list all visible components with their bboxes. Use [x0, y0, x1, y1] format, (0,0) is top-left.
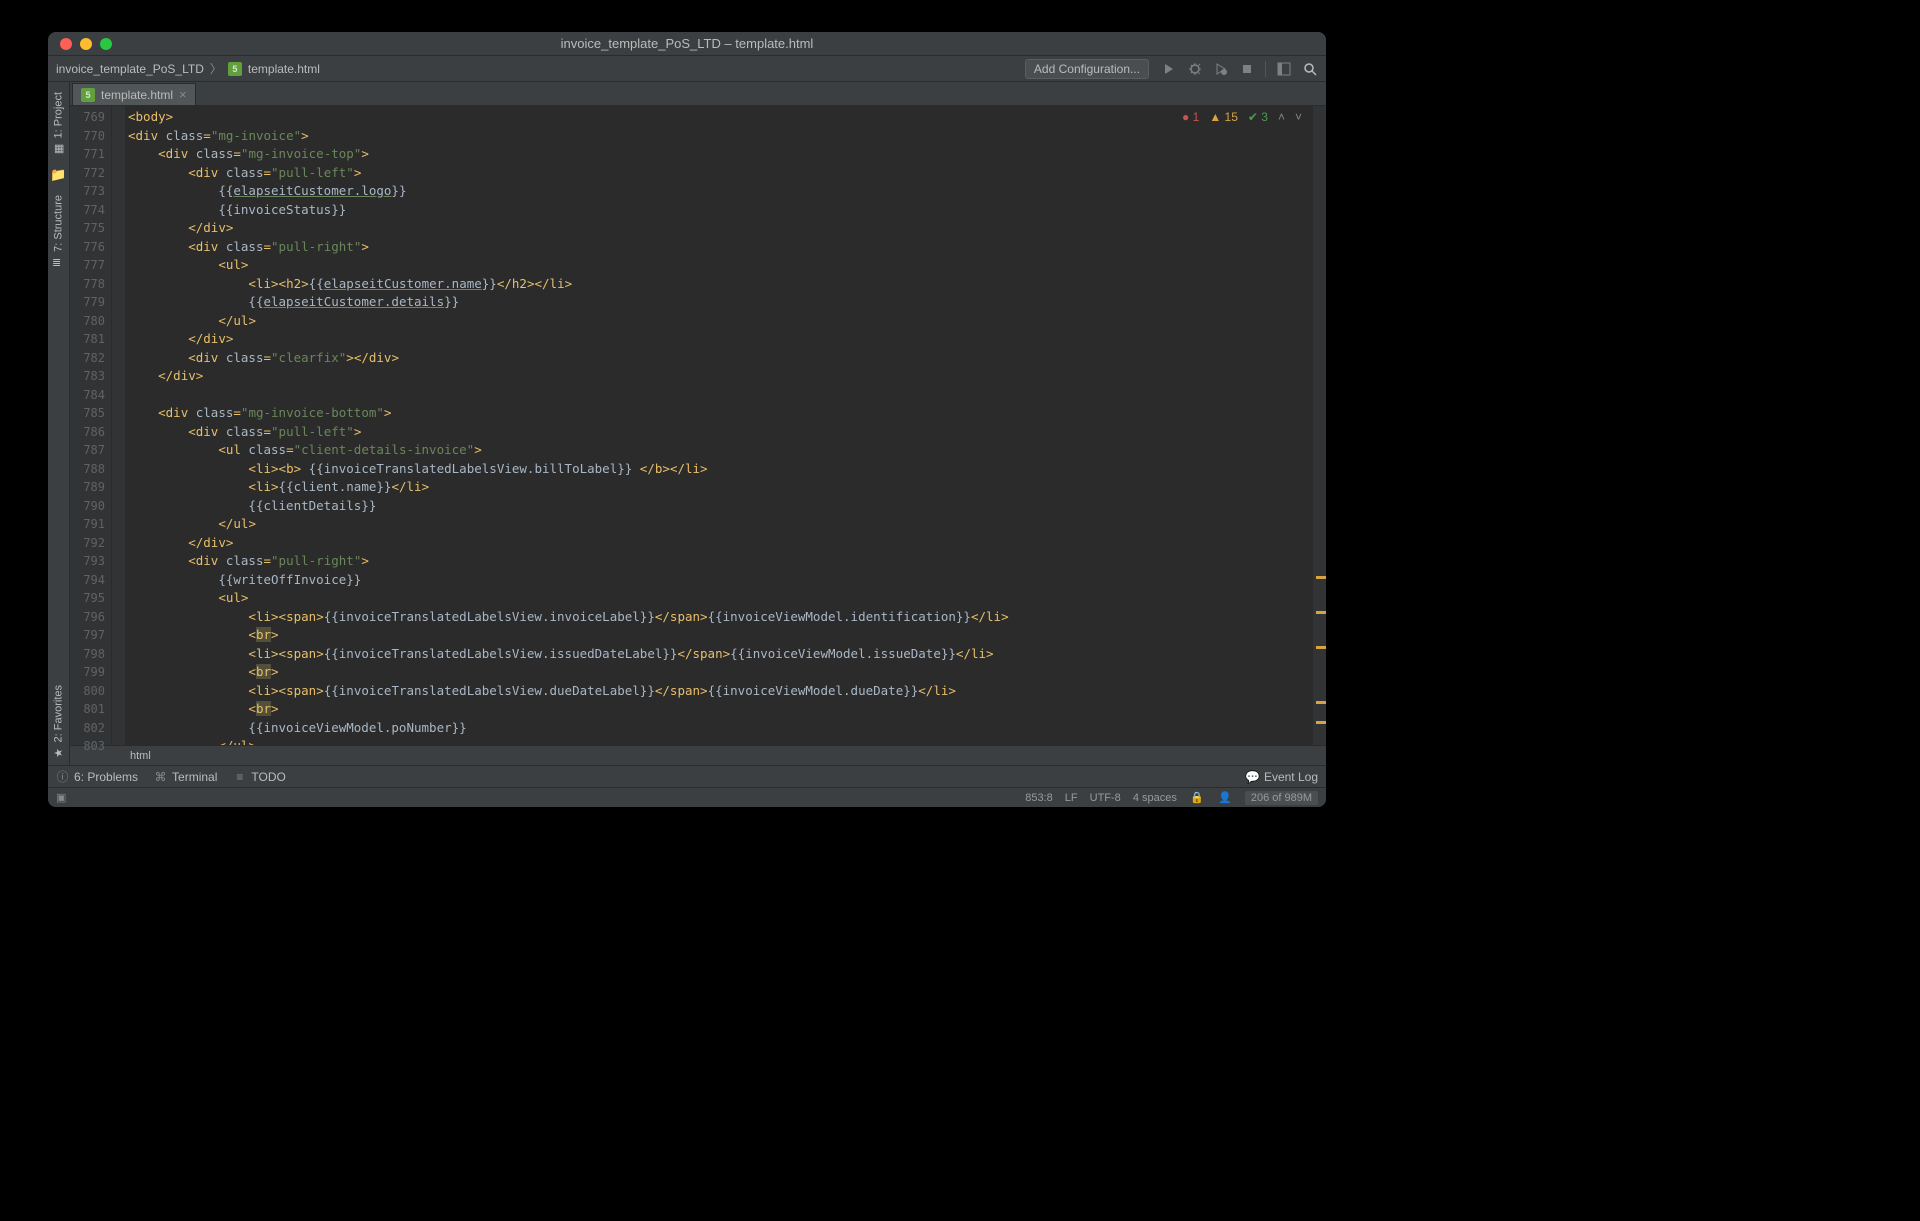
- structure-tool-label: 7: Structure: [53, 195, 65, 252]
- project-tool-button[interactable]: ▦ 1: Project: [50, 86, 67, 161]
- editor-body[interactable]: 7697707717727737747757767777787797807817…: [70, 106, 1326, 745]
- editor-breadcrumb[interactable]: html: [70, 745, 1326, 765]
- inspection-profile-icon[interactable]: 👤: [1217, 790, 1233, 806]
- problems-label: 6: Problems: [74, 770, 138, 784]
- window-title: invoice_template_PoS_LTD – template.html: [48, 36, 1326, 51]
- zoom-window-button[interactable]: [100, 38, 112, 50]
- ok-count: ✔ 3: [1248, 110, 1268, 124]
- breadcrumb: invoice_template_PoS_LTD 〉 5 template.ht…: [56, 60, 320, 77]
- warning-count: ▲ 15: [1209, 110, 1238, 124]
- terminal-label: Terminal: [172, 770, 217, 784]
- problems-tool-button[interactable]: ⓘ 6: Problems: [56, 770, 138, 784]
- file-encoding[interactable]: UTF-8: [1090, 792, 1121, 804]
- run-with-coverage-icon[interactable]: [1213, 61, 1229, 77]
- line-separator[interactable]: LF: [1065, 792, 1078, 804]
- code-content[interactable]: <body><div class="mg-invoice"> <div clas…: [126, 106, 1312, 745]
- event-log-icon: 💬: [1246, 770, 1259, 783]
- left-tool-stripe: ▦ 1: Project 📁 ≣ 7: Structure ★ 2: Favor…: [48, 82, 70, 765]
- caret-position[interactable]: 853:8: [1025, 792, 1053, 804]
- html-file-icon: 5: [228, 62, 242, 76]
- favorites-tool-label: 2: Favorites: [53, 685, 65, 742]
- lock-icon[interactable]: 🔒: [1189, 790, 1205, 806]
- minimize-window-button[interactable]: [80, 38, 92, 50]
- titlebar: invoice_template_PoS_LTD – template.html: [48, 32, 1326, 56]
- favorites-tool-button[interactable]: ★ 2: Favorites: [50, 679, 67, 765]
- bottom-tool-stripe: ⓘ 6: Problems ⌘ Terminal ≡ TODO 💬 Event …: [48, 765, 1326, 787]
- toolbar-run-icons: [1153, 61, 1318, 77]
- structure-icon: ≣: [52, 256, 65, 269]
- error-count: ● 1: [1182, 110, 1199, 124]
- project-icon: ▦: [52, 142, 65, 155]
- editor-breadcrumb-item: html: [130, 750, 151, 762]
- editor-tab-template[interactable]: 5 template.html ×: [72, 83, 196, 105]
- chevron-down-icon[interactable]: ˅: [1295, 110, 1302, 124]
- layout-settings-icon[interactable]: [1276, 61, 1292, 77]
- event-log-label: Event Log: [1264, 770, 1318, 784]
- error-stripe[interactable]: [1312, 106, 1326, 745]
- navigation-bar: invoice_template_PoS_LTD 〉 5 template.ht…: [48, 56, 1326, 82]
- chevron-up-icon[interactable]: ˄: [1278, 110, 1285, 124]
- editor-area: 5 template.html × 7697707717727737747757…: [70, 82, 1326, 765]
- close-window-button[interactable]: [60, 38, 72, 50]
- status-bar: ▣ 853:8 LF UTF-8 4 spaces 🔒 👤 206 of 989…: [48, 787, 1326, 807]
- tool-windows-toggle-icon[interactable]: ▣: [56, 791, 66, 804]
- fold-column[interactable]: [112, 106, 126, 745]
- tab-label: template.html: [101, 88, 173, 102]
- line-number-gutter[interactable]: 7697707717727737747757767777787797807817…: [70, 106, 112, 745]
- memory-indicator[interactable]: 206 of 989M: [1245, 791, 1318, 805]
- todo-icon: ≡: [233, 770, 246, 783]
- search-everywhere-icon[interactable]: [1302, 61, 1318, 77]
- debug-icon[interactable]: [1187, 61, 1203, 77]
- breadcrumb-project[interactable]: invoice_template_PoS_LTD: [56, 62, 204, 76]
- favorites-icon: ★: [52, 746, 65, 759]
- editor-tabs: 5 template.html ×: [70, 82, 1326, 106]
- window-controls: [60, 38, 112, 50]
- breadcrumb-separator-icon: 〉: [210, 60, 222, 77]
- terminal-icon: ⌘: [154, 770, 167, 783]
- indent-setting[interactable]: 4 spaces: [1133, 792, 1177, 804]
- info-icon: ⓘ: [56, 770, 69, 783]
- stop-icon[interactable]: [1239, 61, 1255, 77]
- ide-window: invoice_template_PoS_LTD – template.html…: [48, 32, 1326, 807]
- project-tool-label: 1: Project: [53, 92, 65, 138]
- folder-icon[interactable]: 📁: [51, 167, 67, 183]
- main-area: ▦ 1: Project 📁 ≣ 7: Structure ★ 2: Favor…: [48, 82, 1326, 765]
- structure-tool-button[interactable]: ≣ 7: Structure: [50, 189, 67, 275]
- todo-tool-button[interactable]: ≡ TODO: [233, 770, 285, 784]
- event-log-button[interactable]: 💬 Event Log: [1246, 770, 1318, 784]
- html-file-icon: 5: [81, 88, 95, 102]
- close-tab-icon[interactable]: ×: [179, 87, 187, 102]
- todo-label: TODO: [251, 770, 285, 784]
- run-icon[interactable]: [1161, 61, 1177, 77]
- terminal-tool-button[interactable]: ⌘ Terminal: [154, 770, 217, 784]
- add-configuration-button[interactable]: Add Configuration...: [1025, 59, 1149, 79]
- breadcrumb-file[interactable]: template.html: [248, 62, 320, 76]
- inspection-widget[interactable]: ● 1 ▲ 15 ✔ 3 ˄ ˅: [1182, 110, 1302, 124]
